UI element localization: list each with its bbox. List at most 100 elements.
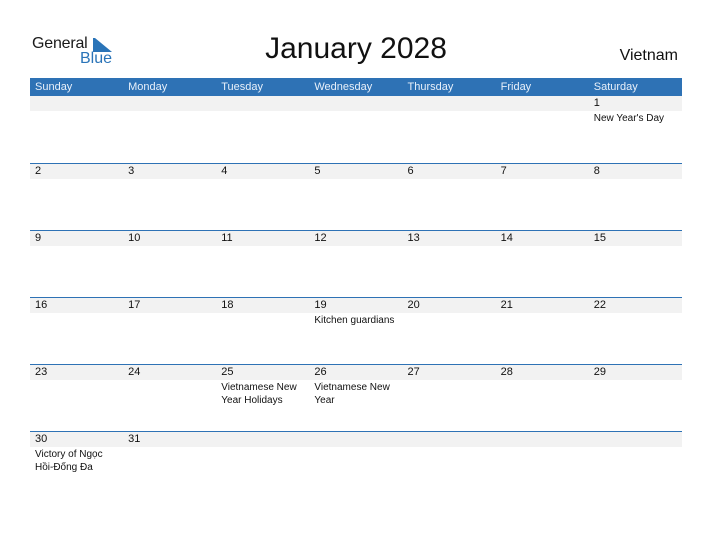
- holiday-label: [35, 246, 121, 247]
- holiday-label: [128, 111, 214, 112]
- weekday-saturday: Saturday: [593, 81, 638, 93]
- day-number: [501, 96, 589, 111]
- holiday-label: [408, 380, 494, 381]
- day-cell: [403, 432, 496, 498]
- day-cell: 16: [30, 298, 123, 364]
- day-cell: 18: [216, 298, 309, 364]
- day-cell: [123, 96, 216, 163]
- day-number: 21: [500, 299, 513, 311]
- day-cell: 7: [496, 164, 589, 230]
- day-number: 22: [593, 299, 606, 311]
- weekday-sunday: Sunday: [35, 81, 73, 93]
- day-cell: 26 Vietnamese New Year: [309, 365, 402, 431]
- day-number: 23: [35, 366, 48, 378]
- day-cell: 21: [496, 298, 589, 364]
- day-number: [314, 432, 402, 447]
- day-number: 4: [221, 165, 228, 177]
- calendar-week: 9 10 11 12 13 14 15: [30, 230, 682, 297]
- holiday-label: Vietnamese New Year: [314, 382, 390, 406]
- day-number: 19: [314, 299, 327, 311]
- holiday-label: New Year's Day: [593, 113, 665, 124]
- day-number: 28: [500, 366, 513, 378]
- day-cell: 24: [123, 365, 216, 431]
- day-cell: 5: [309, 164, 402, 230]
- holiday-label: [501, 179, 587, 180]
- day-cell: 23: [30, 365, 123, 431]
- holiday-label: Victory of Ngọc Hồi-Đống Đa: [35, 449, 103, 473]
- day-cell: [216, 96, 309, 163]
- day-number: 7: [500, 165, 507, 177]
- day-number: [501, 432, 589, 447]
- weekday-header: Sunday Monday Tuesday Wednesday Thursday…: [30, 78, 682, 96]
- holiday-label: [314, 447, 400, 448]
- day-number: 15: [593, 232, 606, 244]
- holiday-label: Kitchen guardians: [314, 315, 395, 326]
- day-cell: 2: [30, 164, 123, 230]
- day-number: 5: [314, 165, 321, 177]
- day-cell: [309, 96, 402, 163]
- holiday-label: [501, 111, 587, 112]
- weekday-tuesday: Tuesday: [221, 81, 264, 93]
- holiday-label: [35, 179, 121, 180]
- day-number: 10: [128, 232, 141, 244]
- day-number: [221, 432, 309, 447]
- holiday-label: [314, 246, 400, 247]
- day-number: 2: [35, 165, 42, 177]
- day-cell: 3: [123, 164, 216, 230]
- holiday-label: [128, 246, 214, 247]
- day-number: 11: [221, 232, 233, 244]
- day-number: 26: [314, 366, 327, 378]
- day-cell: 8: [589, 164, 682, 230]
- holiday-label: [314, 111, 400, 112]
- day-number: 20: [407, 299, 420, 311]
- day-cell: 30 Victory of Ngọc Hồi-Đống Đa: [30, 432, 123, 498]
- day-cell: [309, 432, 402, 498]
- day-cell: 1 New Year's Day: [589, 96, 682, 163]
- holiday-label: [408, 111, 494, 112]
- day-number: 6: [407, 165, 414, 177]
- day-number: [408, 96, 496, 111]
- weekday-wednesday: Wednesday: [314, 81, 373, 93]
- holiday-label: [221, 313, 307, 314]
- holiday-label: [594, 246, 680, 247]
- day-number: [221, 96, 309, 111]
- calendar-week: 23 24 25 Vietnamese New Year Holidays 26 Viet…: [30, 364, 682, 431]
- day-cell: 10: [123, 231, 216, 297]
- day-cell: 20: [403, 298, 496, 364]
- day-number: 18: [221, 299, 234, 311]
- calendar-title: January 2028: [265, 32, 447, 65]
- day-number: 3: [128, 165, 135, 177]
- day-number: 24: [128, 366, 141, 378]
- day-number: 8: [593, 165, 600, 177]
- day-cell: 31: [123, 432, 216, 498]
- holiday-label: [408, 447, 494, 448]
- day-number: [408, 432, 496, 447]
- day-number: 17: [128, 299, 141, 311]
- calendar-week: 1 New Year's Day: [30, 96, 682, 163]
- holiday-label: [35, 111, 121, 112]
- holiday-label: [128, 313, 214, 314]
- day-cell: 19 Kitchen guardians: [309, 298, 402, 364]
- holiday-label: [221, 111, 307, 112]
- day-cell: 6: [403, 164, 496, 230]
- holiday-label: [221, 246, 307, 247]
- day-number: [594, 432, 682, 447]
- day-number: 14: [500, 232, 513, 244]
- day-cell: 4: [216, 164, 309, 230]
- day-number: [314, 96, 402, 111]
- day-number: 25: [221, 366, 234, 378]
- calendar-week: 2 3 4 5 6 7 8: [30, 163, 682, 230]
- holiday-label: [594, 179, 680, 180]
- holiday-label: [128, 179, 214, 180]
- day-cell: 22: [589, 298, 682, 364]
- day-cell: 14: [496, 231, 589, 297]
- day-cell: 25 Vietnamese New Year Holidays: [216, 365, 309, 431]
- day-cell: [589, 432, 682, 498]
- day-number: 27: [407, 366, 420, 378]
- day-number: 16: [35, 299, 48, 311]
- holiday-label: [594, 447, 680, 448]
- holiday-label: [594, 380, 680, 381]
- holiday-label: [501, 380, 587, 381]
- holiday-label: [35, 380, 121, 381]
- day-number: 31: [128, 433, 141, 445]
